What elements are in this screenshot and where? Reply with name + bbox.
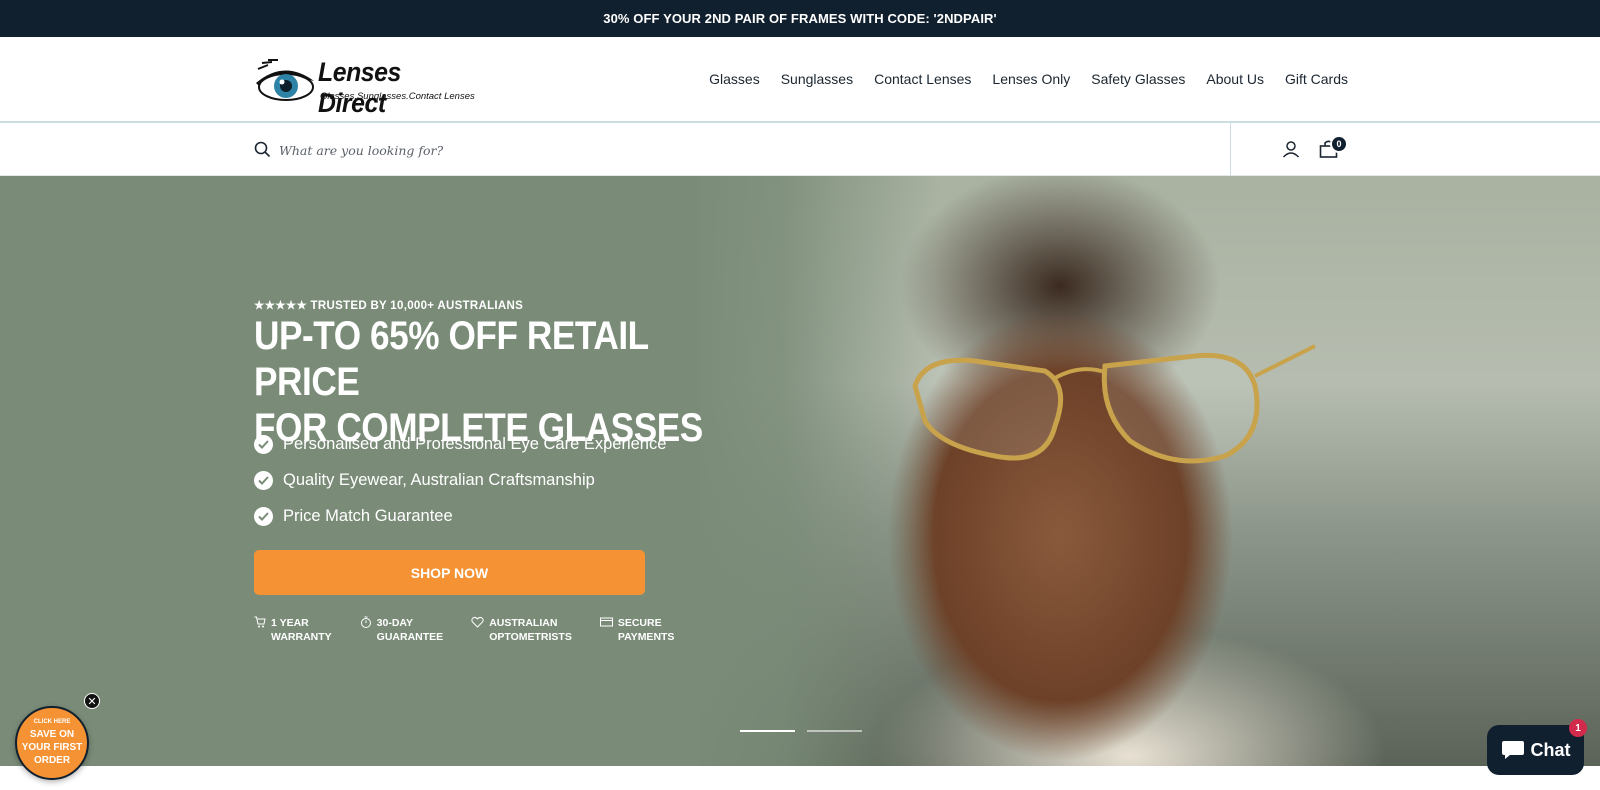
trust-badges: 1 YEAR WARRANTY 30-DAY GUARANTEE AUSTRALIA… [254, 616, 674, 644]
hero-gradient [680, 176, 940, 766]
badge-line: WARRANTY [271, 631, 332, 643]
badge-line: 1 YEAR [271, 617, 309, 629]
cart-count-badge: 0 [1330, 135, 1348, 153]
badge-payments: SECURE PAYMENTS [599, 616, 675, 644]
badge-warranty: 1 YEAR WARRANTY [254, 616, 332, 644]
feature-text: Personalised and Professional Eye Care E… [283, 434, 667, 453]
promo-close-icon[interactable]: ✕ [84, 693, 100, 709]
search-bar: 0 [0, 123, 1600, 176]
logo[interactable]: Lenses Direct Glasses.Sunglasses.Contact… [254, 57, 475, 118]
nav-about-us[interactable]: About Us [1206, 71, 1264, 87]
card-icon [599, 617, 613, 627]
checkmark-icon [254, 506, 273, 526]
promo-text: SAVE ON YOUR FIRST ORDER [22, 728, 83, 767]
announcement-text: 30% OFF YOUR 2ND PAIR OF FRAMES WITH COD… [603, 11, 997, 26]
feature-text: Price Match Guarantee [283, 506, 453, 525]
nav-sunglasses[interactable]: Sunglasses [781, 71, 853, 87]
search-divider [1230, 123, 1231, 176]
nav-contact-lenses[interactable]: Contact Lenses [874, 71, 971, 87]
logo-tagline: Glasses.Sunglasses.Contact Lenses [320, 91, 475, 102]
slider-dot-2[interactable] [807, 730, 862, 732]
badge-line: PAYMENTS [617, 631, 675, 643]
slider-dot-1[interactable] [740, 730, 795, 732]
timer-icon [360, 616, 371, 628]
promo-line: ORDER [33, 755, 71, 766]
trusted-rating: ★★★★★ TRUSTED BY 10,000+ AUSTRALIANS [254, 300, 524, 312]
shop-now-button[interactable]: SHOP NOW [254, 550, 645, 595]
nav-gift-cards[interactable]: Gift Cards [1285, 71, 1348, 87]
badge-line: 30-DAY [376, 617, 414, 629]
badge-line: AUSTRALIAN [489, 617, 558, 629]
badge-line: OPTOMETRISTS [489, 631, 572, 643]
logo-name: Lenses Direct [318, 57, 401, 118]
badge-optometrists: AUSTRALIAN OPTOMETRISTS [471, 616, 572, 644]
cart-icon [254, 616, 266, 628]
chat-notification-badge: 1 [1569, 719, 1587, 737]
site-header: Lenses Direct Glasses.Sunglasses.Contact… [0, 37, 1600, 123]
announcement-bar: 30% OFF YOUR 2ND PAIR OF FRAMES WITH COD… [0, 0, 1600, 37]
first-order-promo[interactable]: CLICK HERE SAVE ON YOUR FIRST ORDER [15, 706, 89, 780]
badge-line: SECURE [617, 617, 662, 629]
promo-small-label: CLICK HERE [33, 719, 71, 725]
feature-text: Quality Eyewear, Australian Craftsmanshi… [283, 470, 595, 489]
nav-lenses-only[interactable]: Lenses Only [992, 71, 1070, 87]
eyeglasses-illustration [912, 344, 1316, 464]
chat-label: Chat [1530, 739, 1571, 760]
slider-dots [740, 730, 862, 732]
account-icon[interactable] [1282, 140, 1300, 158]
nav-safety-glasses[interactable]: Safety Glasses [1091, 71, 1185, 87]
search-icon[interactable] [254, 141, 271, 158]
checkmark-icon [254, 434, 273, 454]
promo-line: SAVE ON [29, 729, 75, 740]
promo-line: YOUR FIRST [21, 742, 83, 753]
hero-banner: ★★★★★ TRUSTED BY 10,000+ AUSTRALIANS UP-… [0, 176, 1600, 766]
main-nav: Glasses Sunglasses Contact Lenses Lenses… [709, 71, 1348, 87]
heart-icon [471, 616, 484, 628]
checkmark-icon [254, 470, 273, 490]
feature-item: Personalised and Professional Eye Care E… [254, 426, 666, 462]
search-input[interactable] [279, 137, 879, 163]
feature-list: Personalised and Professional Eye Care E… [254, 426, 666, 534]
badge-guarantee: 30-DAY GUARANTEE [360, 616, 444, 644]
headline-line-1: UP-TO 65% OFF RETAIL PRICE [254, 314, 649, 404]
nav-glasses[interactable]: Glasses [709, 71, 760, 87]
feature-item: Quality Eyewear, Australian Craftsmanshi… [254, 462, 666, 498]
chat-bubble-icon [1501, 741, 1524, 759]
badge-line: GUARANTEE [376, 631, 444, 643]
feature-item: Price Match Guarantee [254, 498, 666, 534]
eye-logo-icon [256, 59, 314, 101]
